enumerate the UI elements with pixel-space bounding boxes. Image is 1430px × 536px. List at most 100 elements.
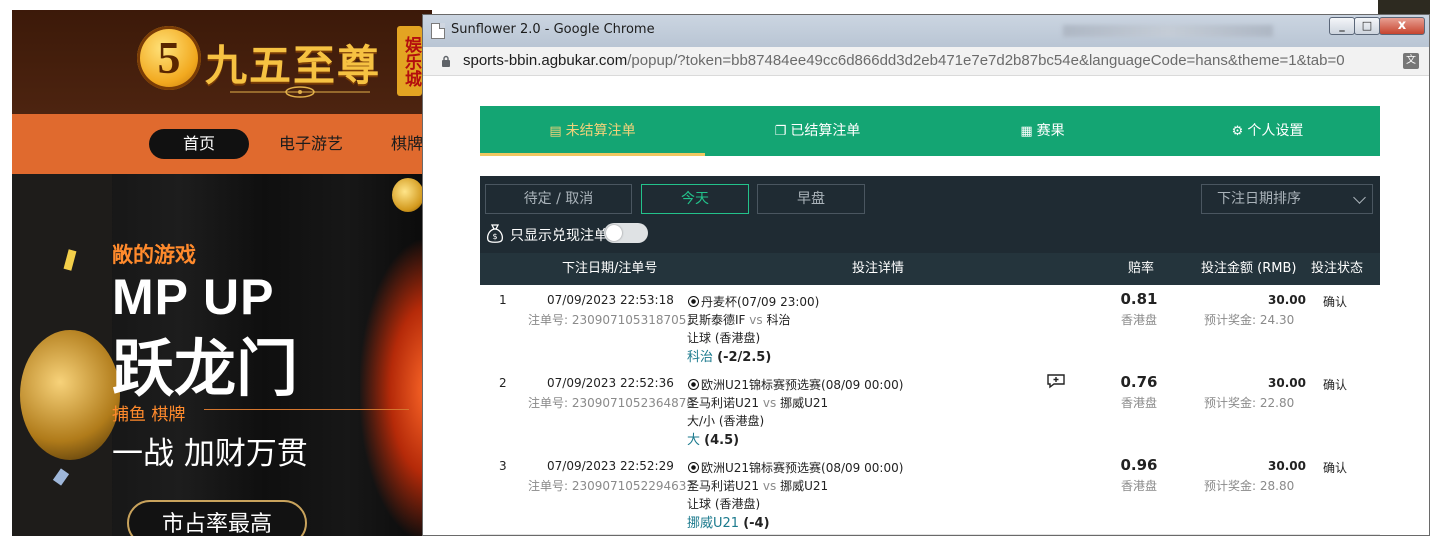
hero-headline-cn: 跃龙门 bbox=[112, 332, 299, 405]
lock-icon bbox=[442, 55, 450, 67]
tab-label: 个人设置 bbox=[1247, 123, 1304, 139]
home-team: 灵斯泰德IF bbox=[687, 313, 746, 327]
bet-datetime: 07/09/2023 22:52:36 bbox=[547, 376, 674, 390]
results-icon: ▦ bbox=[1020, 124, 1033, 139]
address-bar[interactable]: sports-bbin.agbukar.com/popup/?token=bb8… bbox=[423, 47, 1429, 76]
filter-toolbar: 待定 / 取消 今天 早盘 下注日期排序 $ 只显示兑现注单 bbox=[480, 176, 1380, 253]
nav-home[interactable]: 首页 bbox=[149, 129, 249, 159]
hero-cta-button[interactable]: 市占率最高 bbox=[127, 500, 307, 536]
screen-top-edge bbox=[0, 0, 1430, 10]
tab-settled-bets[interactable]: ❐ 已结算注单 bbox=[705, 106, 930, 156]
url-text[interactable]: sports-bbin.agbukar.com/popup/?token=bb8… bbox=[463, 52, 1345, 69]
window-title: Sunflower 2.0 - Google Chrome bbox=[451, 22, 655, 37]
stake-amount: 30.00 bbox=[1268, 376, 1306, 390]
vs-label: vs bbox=[762, 396, 777, 410]
page-icon bbox=[431, 23, 445, 39]
toggle-knob bbox=[606, 225, 622, 241]
row-index: 2 bbox=[499, 376, 507, 390]
coin-icon bbox=[392, 178, 424, 212]
hero-slogan: 一战 加财万贯 bbox=[112, 436, 308, 472]
close-icon: x bbox=[1397, 18, 1407, 33]
header-status: 投注状态 bbox=[1311, 261, 1364, 276]
away-team: 科治 bbox=[766, 313, 791, 327]
odds-value: 0.76 bbox=[1120, 373, 1158, 391]
event-text: 丹麦杯(07/09 23:00) bbox=[701, 295, 820, 309]
header-date: 下注日期/注单号 bbox=[562, 261, 658, 276]
chat-icon[interactable] bbox=[1046, 373, 1066, 389]
ticket-number: 注单号: 2309071052294637 bbox=[528, 479, 695, 493]
estimated-win: 预计奖金: 24.30 bbox=[1204, 313, 1295, 327]
row-index: 1 bbox=[499, 293, 507, 307]
away-team: 挪威U21 bbox=[780, 396, 829, 410]
svg-text:$: $ bbox=[492, 232, 497, 241]
minimize-button[interactable]: _ bbox=[1329, 17, 1355, 35]
selection-name: 科治 bbox=[687, 350, 714, 365]
site-logo-badge: 娱乐城 bbox=[397, 26, 422, 96]
match-teams: 圣马利诺U21 vs 挪威U21 bbox=[687, 477, 828, 494]
header-stake: 投注金额 (RMB) bbox=[1201, 261, 1297, 276]
filter-pending-button[interactable]: 待定 / 取消 bbox=[485, 184, 632, 214]
site-logo-icon[interactable]: 5 bbox=[137, 26, 201, 90]
popup-window: Sunflower 2.0 - Google Chrome _ □ x spor… bbox=[422, 14, 1430, 536]
selection-name: 挪威U21 bbox=[687, 516, 740, 531]
bets-icon: ▤ bbox=[549, 124, 562, 139]
match-teams: 灵斯泰德IF vs 科治 bbox=[687, 311, 790, 328]
cashout-toggle[interactable] bbox=[604, 223, 648, 243]
odds-value: 0.81 bbox=[1120, 290, 1158, 308]
bet-selection: 挪威U21 (-4) bbox=[687, 512, 770, 531]
odds-type: 香港盘 bbox=[1120, 396, 1157, 410]
table-row[interactable]: 2 07/09/2023 22:52:36 注单号: 2309071052364… bbox=[480, 368, 1380, 452]
nav-games[interactable]: 电子游艺 bbox=[279, 129, 343, 159]
stake-amount: 30.00 bbox=[1268, 293, 1306, 307]
gear-icon: ⚙ bbox=[1231, 124, 1244, 139]
home-team: 圣马利诺U21 bbox=[687, 396, 760, 410]
filter-today-button[interactable]: 今天 bbox=[641, 184, 749, 214]
money-bag-icon: $ bbox=[487, 224, 503, 243]
bet-tabs: ▤ 未结算注单 ❐ 已结算注单 ▦ 赛果 ⚙ 个人设置 bbox=[480, 106, 1380, 156]
odds-type: 香港盘 bbox=[1120, 479, 1157, 493]
table-row[interactable]: 3 07/09/2023 22:52:29 注单号: 2309071052294… bbox=[480, 451, 1380, 535]
selection-name: 大 bbox=[687, 433, 701, 448]
bet-datetime: 07/09/2023 22:52:29 bbox=[547, 459, 674, 473]
event-name: 丹麦杯(07/09 23:00) bbox=[688, 293, 819, 310]
window-titlebar[interactable]: Sunflower 2.0 - Google Chrome _ □ x bbox=[423, 15, 1429, 47]
tab-label: 赛果 bbox=[1036, 123, 1065, 139]
tab-results[interactable]: ▦ 赛果 bbox=[930, 106, 1155, 156]
tab-settings[interactable]: ⚙ 个人设置 bbox=[1155, 106, 1380, 156]
bet-status: 确认 bbox=[1323, 378, 1348, 392]
vs-label: vs bbox=[749, 313, 763, 327]
header-odds: 赔率 bbox=[1128, 261, 1155, 276]
settled-icon: ❐ bbox=[774, 124, 787, 139]
tab-label: 未结算注单 bbox=[565, 123, 636, 139]
minimize-icon: _ bbox=[1339, 19, 1345, 32]
tab-unsettled-bets[interactable]: ▤ 未结算注单 bbox=[480, 106, 705, 156]
event-name: 欧洲U21锦标赛预选赛(08/09 00:00) bbox=[688, 376, 903, 393]
soccer-ball-icon bbox=[688, 462, 699, 473]
maximize-button[interactable]: □ bbox=[1354, 17, 1380, 35]
filter-early-button[interactable]: 早盘 bbox=[757, 184, 865, 214]
sort-select[interactable]: 下注日期排序 bbox=[1201, 184, 1373, 214]
blurred-title-info bbox=[1063, 25, 1273, 37]
translate-icon[interactable]: 文 bbox=[1403, 53, 1419, 69]
url-path: /popup/?token=bb87484ee49cc6d866dd3d2eb4… bbox=[627, 52, 1345, 69]
row-index: 3 bbox=[499, 459, 507, 473]
table-header: 下注日期/注单号 投注详情 赔率 投注金额 (RMB) 投注状态 bbox=[480, 253, 1380, 285]
tab-label: 已结算注单 bbox=[790, 123, 861, 139]
nav-cards[interactable]: 棋牌 bbox=[391, 129, 423, 159]
selection-line: (4.5) bbox=[704, 433, 740, 448]
chevron-down-icon bbox=[1353, 191, 1366, 204]
logo-digit: 5 bbox=[157, 32, 181, 83]
selection-line: (-4) bbox=[743, 516, 770, 531]
table-row[interactable]: 1 07/09/2023 22:53:18 注单号: 2309071053187… bbox=[480, 285, 1380, 369]
ticket-number: 注单号: 2309071052364878 bbox=[528, 396, 695, 410]
home-team: 圣马利诺U21 bbox=[687, 479, 760, 493]
match-teams: 圣马利诺U21 vs 挪威U21 bbox=[687, 394, 828, 411]
selection-line: (-2/2.5) bbox=[717, 350, 772, 365]
coin-icon bbox=[20, 330, 120, 460]
estimated-win: 预计奖金: 22.80 bbox=[1204, 396, 1295, 410]
soccer-ball-icon bbox=[688, 379, 699, 390]
vs-label: vs bbox=[762, 479, 777, 493]
close-button[interactable]: x bbox=[1379, 17, 1425, 35]
soccer-ball-icon bbox=[688, 296, 699, 307]
odds-type: 香港盘 bbox=[1120, 313, 1157, 327]
